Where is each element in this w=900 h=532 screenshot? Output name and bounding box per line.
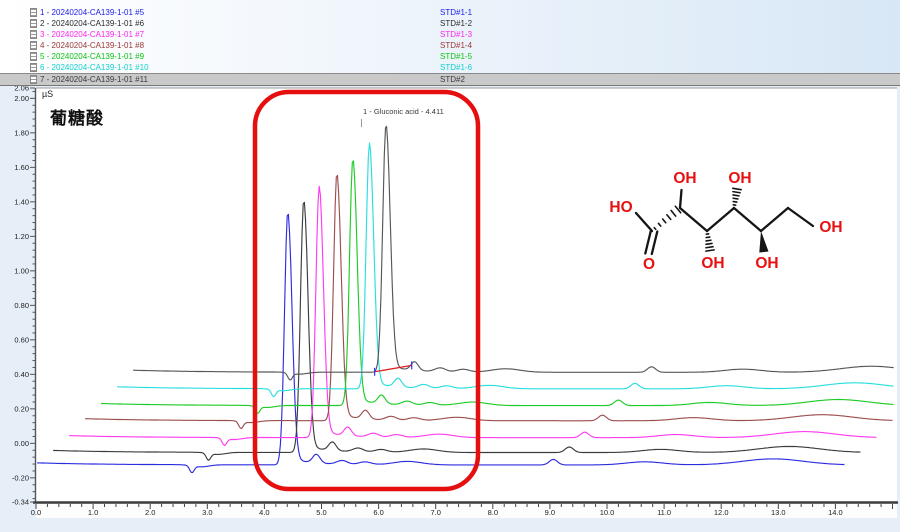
peak-label-tick (361, 119, 362, 127)
molecule-bond-c2-oh (680, 190, 682, 208)
injection-list-panel: 1 - 20240204-CA139-1-01 #5STD#1-12 - 202… (0, 0, 900, 85)
svg-text:0.0: 0.0 (31, 508, 41, 517)
legend-row-injection-4[interactable]: 4 - 20240204-CA139-1-01 #8 STD#1-4 (0, 40, 900, 51)
svg-text:8.0: 8.0 (488, 508, 498, 517)
standard-label: STD#1-4 (440, 40, 472, 51)
chromatogram-doc-icon (30, 75, 37, 84)
molecule-label-ho: HO (609, 199, 632, 216)
svg-text:0.20: 0.20 (14, 404, 29, 413)
chromatogram-doc-icon (30, 19, 37, 28)
chromatography-software-window: 0.0 1.0 2.0 3.0 4.0 5.0 6.0 7.0 8.0 9.0 10.0 11.0 12… (0, 0, 900, 532)
svg-text:11.0: 11.0 (657, 508, 671, 517)
svg-text:1.80: 1.80 (14, 128, 29, 137)
svg-text:1.20: 1.20 (14, 232, 29, 241)
injection-name: 2 - 20240204-CA139-1-01 #6 (40, 18, 144, 29)
injection-name: 6 - 20240204-CA139-1-01 #10 (40, 62, 149, 73)
standard-label: STD#1-6 (440, 62, 472, 73)
peak-annotation-label: 1 - Gluconic acid - 4.411 (363, 107, 444, 116)
standard-label: STD#1-3 (440, 29, 472, 40)
svg-text:-0.20: -0.20 (12, 473, 29, 482)
svg-text:0.60: 0.60 (14, 335, 29, 344)
molecule-label-carbonyl-o: O (643, 256, 655, 273)
svg-text:2.00: 2.00 (14, 94, 29, 103)
chromatogram-doc-icon (30, 30, 37, 39)
svg-text:12.0: 12.0 (714, 508, 729, 517)
svg-text:2.0: 2.0 (145, 508, 155, 517)
chromatogram-doc-icon (30, 52, 37, 61)
legend-row-injection-3[interactable]: 3 - 20240204-CA139-1-01 #7 STD#1-3 (0, 29, 900, 40)
x-axis-label-strip (36, 504, 897, 518)
svg-text:1.00: 1.00 (14, 266, 29, 275)
chart-title-chinese: 葡糖酸 (50, 104, 104, 129)
svg-text:10.0: 10.0 (600, 508, 615, 517)
chromatogram-doc-icon (30, 63, 37, 72)
svg-text:1.0: 1.0 (88, 508, 98, 517)
svg-text:0.80: 0.80 (14, 301, 29, 310)
y-axis-unit-label: µS (42, 89, 53, 99)
injection-name: 4 - 20240204-CA139-1-01 #8 (40, 40, 144, 51)
svg-text:6.0: 6.0 (373, 508, 383, 517)
legend-row-injection-6[interactable]: 6 - 20240204-CA139-1-01 #10 STD#1-6 (0, 62, 900, 73)
svg-text:0.40: 0.40 (14, 370, 29, 379)
svg-text:13.0: 13.0 (771, 508, 786, 517)
standard-label: STD#2 (440, 74, 465, 85)
molecule-label-oh-c4: OH (728, 170, 751, 187)
legend-row-injection-1[interactable]: 1 - 20240204-CA139-1-01 #5 STD#1-1 (0, 7, 900, 18)
injection-name: 1 - 20240204-CA139-1-01 #5 (40, 7, 144, 18)
plot-background (36, 88, 897, 502)
chromatogram-doc-icon (30, 8, 37, 17)
svg-text:9.0: 9.0 (545, 508, 555, 517)
svg-text:4.0: 4.0 (259, 508, 269, 517)
standard-label: STD#1-5 (440, 51, 472, 62)
svg-text:0.00: 0.00 (14, 439, 29, 448)
legend-row-injection-2[interactable]: 2 - 20240204-CA139-1-01 #6 STD#1-2 (0, 18, 900, 29)
svg-text:1.60: 1.60 (14, 163, 29, 172)
legend-row-injection-5[interactable]: 5 - 20240204-CA139-1-01 #9 STD#1-5 (0, 51, 900, 62)
molecule-label-oh-c3: OH (701, 255, 724, 272)
svg-text:1.40: 1.40 (14, 197, 29, 206)
standard-label: STD#1-1 (440, 7, 472, 18)
injection-name: 3 - 20240204-CA139-1-01 #7 (40, 29, 144, 40)
svg-text:-0.34: -0.34 (12, 498, 29, 507)
svg-text:3.0: 3.0 (202, 508, 212, 517)
molecule-label-oh-c2: OH (673, 170, 696, 187)
molecule-label-oh-c6: OH (819, 219, 842, 236)
injection-name: 7 - 20240204-CA139-1-01 #11 (40, 74, 148, 85)
molecule-label-oh-c5: OH (755, 255, 778, 272)
chromatogram-doc-icon (30, 41, 37, 50)
injection-name: 5 - 20240204-CA139-1-01 #9 (40, 51, 144, 62)
svg-text:7.0: 7.0 (430, 508, 440, 517)
legend-row-injection-7[interactable]: 7 - 20240204-CA139-1-01 #11 STD#2 (0, 73, 900, 86)
standard-label: STD#1-2 (440, 18, 472, 29)
svg-text:5.0: 5.0 (316, 508, 326, 517)
svg-text:14.0: 14.0 (828, 508, 843, 517)
